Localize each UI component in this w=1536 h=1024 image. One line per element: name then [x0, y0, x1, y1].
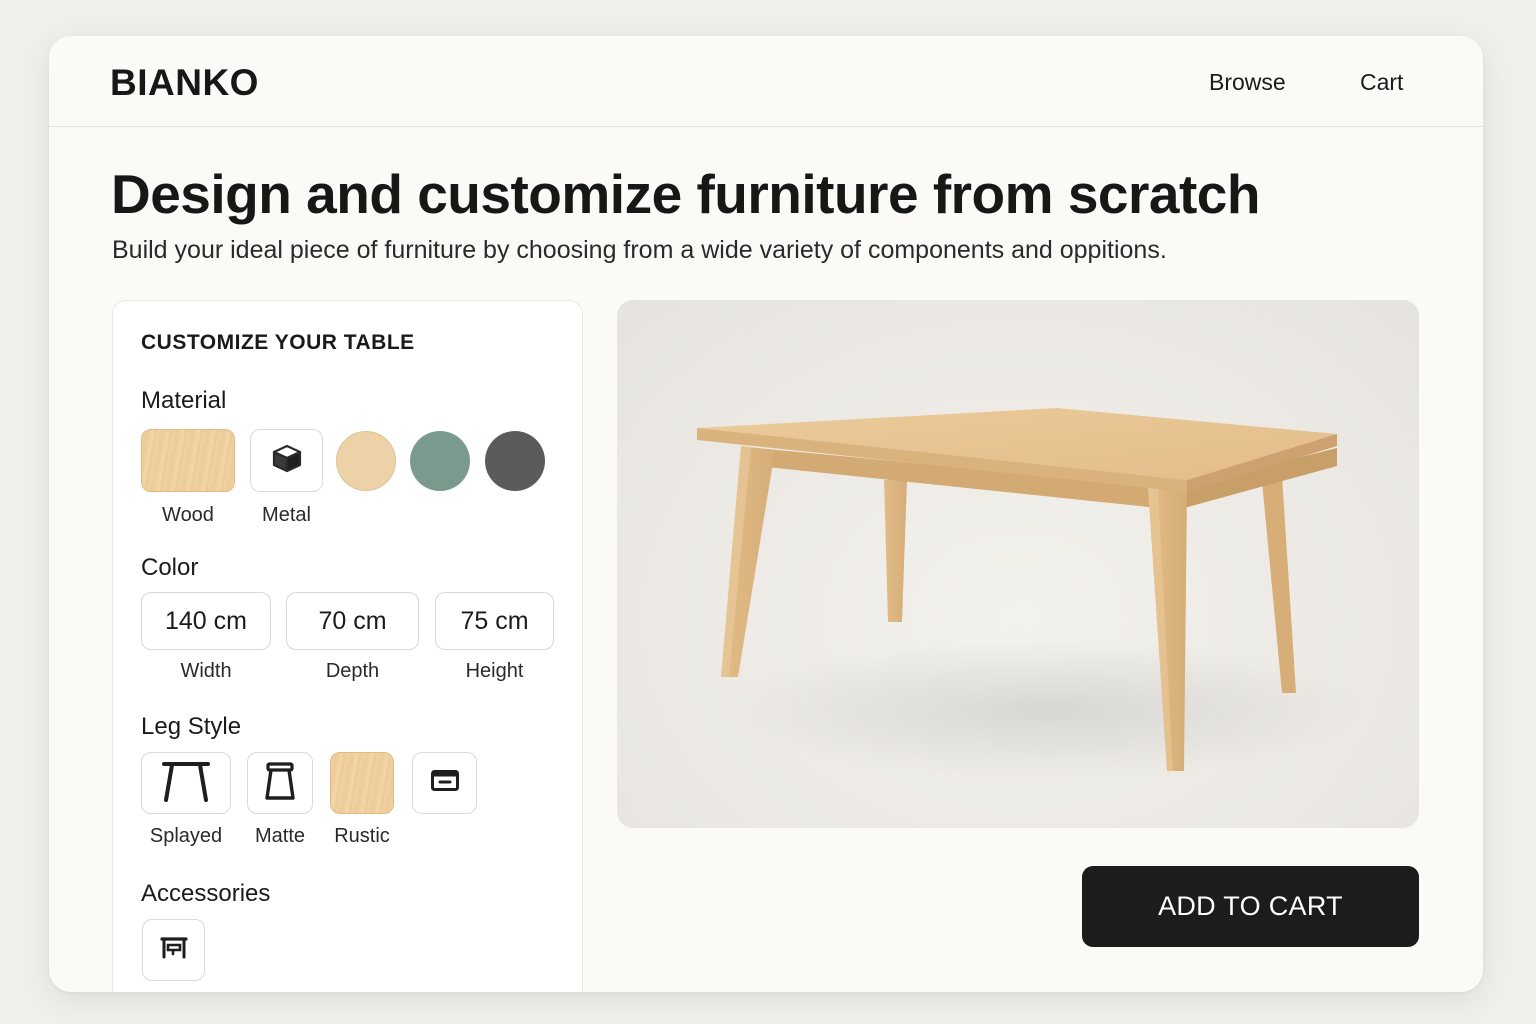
width-input[interactable]: 140 cm: [141, 592, 271, 650]
depth-label: Depth: [325, 660, 380, 682]
leg-splayed-label: Splayed: [149, 825, 223, 847]
leg-style-section-label: Leg Style: [141, 713, 242, 740]
accessories-section-label: Accessories: [141, 880, 271, 907]
add-to-cart-button[interactable]: ADD TO CART: [1082, 866, 1419, 947]
material-wood-swatch[interactable]: [141, 429, 235, 492]
material-light-wood-swatch[interactable]: [336, 431, 396, 491]
drawer-box-icon: [430, 769, 460, 798]
wooden-table-image: [697, 408, 1367, 780]
height-label: Height: [465, 660, 524, 682]
material-metal-label: Metal: [262, 504, 311, 526]
product-preview: [617, 300, 1419, 828]
height-input[interactable]: 75 cm: [435, 592, 554, 650]
material-section-label: Material: [141, 387, 227, 414]
leg-box-option[interactable]: [412, 752, 477, 814]
leg-splayed-option[interactable]: [141, 752, 231, 814]
page-subtitle: Build your ideal piece of furniture by c…: [112, 236, 1167, 264]
panel-title: CUSTOMIZE YOUR TABLE: [141, 331, 415, 354]
material-sage-swatch[interactable]: [410, 431, 470, 491]
color-section-label: Color: [141, 554, 199, 581]
brand-logo[interactable]: BIANKO: [110, 62, 259, 104]
leg-matte-option[interactable]: [247, 752, 313, 814]
customize-panel: CUSTOMIZE YOUR TABLE Material Wood Metal…: [112, 300, 583, 992]
matte-leg-icon: [260, 758, 300, 809]
width-label: Width: [180, 660, 232, 682]
top-navigation-bar: BIANKO Browse Cart: [49, 36, 1483, 127]
nav-cart-link[interactable]: Cart: [1360, 69, 1403, 96]
leg-rustic-label: Rustic: [334, 825, 390, 847]
material-charcoal-swatch[interactable]: [485, 431, 545, 491]
splayed-leg-icon: [158, 758, 214, 809]
app-window: BIANKO Browse Cart Design and customize …: [49, 36, 1483, 992]
depth-input[interactable]: 70 cm: [286, 592, 419, 650]
material-wood-label: Wood: [162, 504, 214, 526]
metal-cube-icon: [271, 443, 303, 478]
drawer-accessory-icon: [159, 936, 189, 965]
material-metal-swatch[interactable]: [250, 429, 323, 492]
leg-rustic-option[interactable]: [330, 752, 394, 814]
accessory-drawer-option[interactable]: [142, 919, 205, 981]
page-title: Design and customize furniture from scra…: [111, 163, 1261, 225]
leg-matte-label: Matte: [254, 825, 306, 847]
nav-browse-link[interactable]: Browse: [1209, 69, 1286, 96]
